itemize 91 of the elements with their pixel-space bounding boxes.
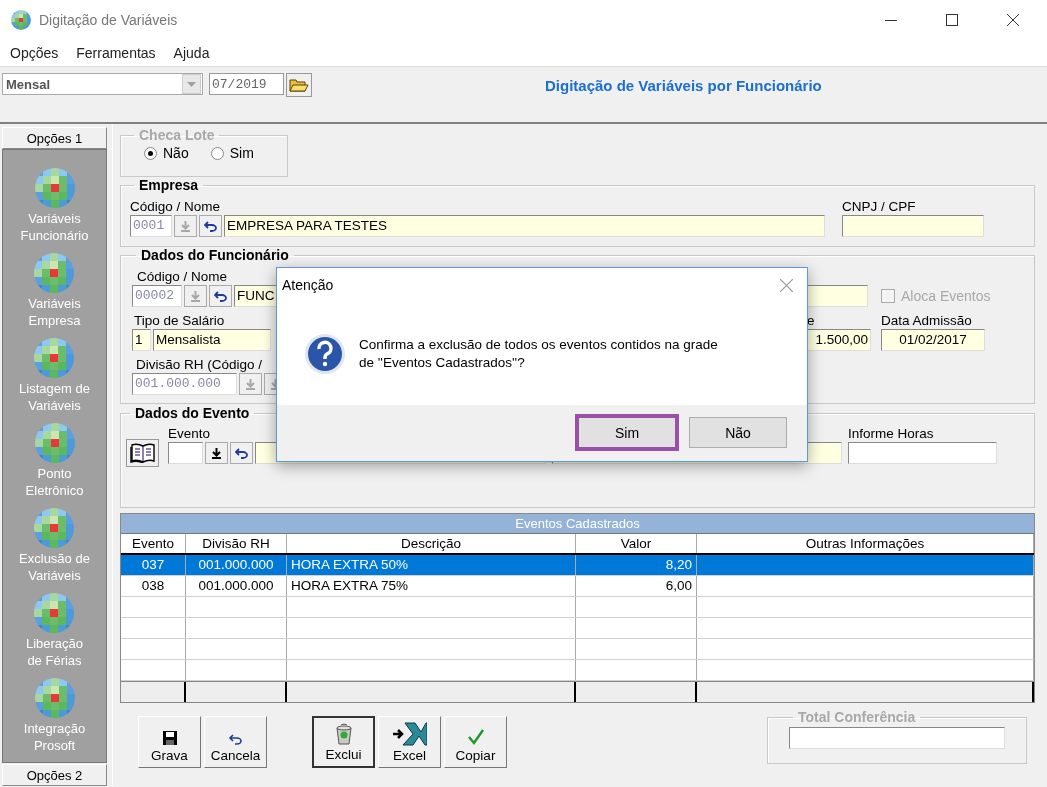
table-cell: 6,00 <box>576 576 697 596</box>
folder-icon <box>289 77 309 93</box>
table-title: Eventos Cadastrados <box>121 514 1034 534</box>
division-field[interactable]: 001.000.000 <box>132 373 237 395</box>
module-icon <box>34 593 75 633</box>
toolbar-button[interactable]: Cancela <box>204 716 267 768</box>
code-field[interactable]: 0001 <box>130 215 172 237</box>
app-icon <box>11 10 31 30</box>
download-icon <box>211 447 222 459</box>
download-icon <box>180 220 191 232</box>
field-label: Informe Horas <box>848 425 934 442</box>
download-button[interactable] <box>205 442 228 464</box>
column-header[interactable]: Divisão RH <box>186 534 287 553</box>
undo-icon <box>227 732 244 746</box>
column-header[interactable]: Evento <box>121 534 186 553</box>
event-code-field[interactable] <box>168 442 203 464</box>
menu-item[interactable]: Opções <box>1 40 68 66</box>
download-icon <box>245 378 256 390</box>
toolbar-button[interactable]: Exclui <box>312 716 375 768</box>
table-cell: 001.000.000 <box>186 576 287 596</box>
table-cell: 037 <box>121 555 186 575</box>
dialog-button[interactable]: Não <box>689 417 787 448</box>
sidebar-header[interactable]: Opções 2 <box>2 764 107 786</box>
field-label: Código / Nome <box>130 198 221 215</box>
salary-type-field[interactable]: Mensalista <box>153 329 271 351</box>
cnpj-field[interactable] <box>842 215 984 237</box>
download-icon <box>190 290 201 302</box>
spreadsheet-export-icon <box>392 722 427 746</box>
group-title: Dados do Funcionário <box>140 247 290 263</box>
question-icon <box>304 332 346 375</box>
toolbar-button[interactable]: Excel <box>378 716 441 768</box>
module-icon <box>34 678 75 718</box>
book-icon <box>129 443 156 463</box>
hours-field[interactable] <box>848 442 997 464</box>
field-label: CNPJ / CPF <box>842 198 916 215</box>
table-cell: HORA EXTRA 50% <box>287 555 576 575</box>
column-header[interactable]: Valor <box>576 534 697 553</box>
undo-icon <box>234 447 249 459</box>
page-heading: Digitação de Variáveis por Funcionário <box>545 77 822 94</box>
table-cell: HORA EXTRA 75% <box>287 576 576 596</box>
group-title: Total Conferência <box>797 709 917 725</box>
salary-field[interactable]: 1.500,00 <box>807 329 871 351</box>
group-title: Empresa <box>138 177 200 193</box>
field-label: Código / Nome <box>137 268 228 285</box>
table-row[interactable]: 037 001.000.000 HORA EXTRA 50% 8,20 <box>121 555 1034 576</box>
window-title: Digitação de Variáveis <box>39 12 178 28</box>
sidebar-header[interactable]: Opções 1 <box>2 127 107 149</box>
field-label: e <box>807 312 815 329</box>
group-title: Dados do Evento <box>134 405 251 421</box>
total-field[interactable] <box>789 727 1005 749</box>
dialog-title: Atenção <box>282 277 334 293</box>
dialog-message: Confirma a exclusão de todos os eventos contidos na grade de ''Eventos Cadastrados''? <box>359 335 718 372</box>
toolbar-button[interactable]: Grava <box>138 716 201 768</box>
group-title: Checa Lote <box>138 127 216 143</box>
table-row[interactable]: 038 001.000.000 HORA EXTRA 75% 6,00 <box>121 576 1034 597</box>
table-cell: 001.000.000 <box>186 555 287 575</box>
dialog-button[interactable]: Sim <box>575 414 679 451</box>
salary-type-code-field[interactable]: 1 <box>132 329 151 351</box>
book-button[interactable] <box>126 439 159 467</box>
period-dropdown[interactable]: Mensal <box>2 73 203 95</box>
undo-button[interactable] <box>209 285 232 307</box>
menu-item[interactable]: Ferramentas <box>67 40 165 66</box>
open-folder-button[interactable] <box>286 73 312 97</box>
date-field[interactable]: 07/2019 <box>209 73 284 95</box>
code-field[interactable]: 00002 <box>132 285 182 307</box>
module-icon <box>34 508 75 548</box>
module-icon <box>34 168 75 208</box>
field-label: Divisão RH (Código / <box>136 356 264 373</box>
field-label: Data Admissão <box>881 312 972 329</box>
trash-can-icon <box>333 723 354 745</box>
admission-date-field[interactable]: 01/02/2017 <box>881 329 985 351</box>
undo-icon <box>203 220 218 232</box>
toolbar-button[interactable]: Copiar <box>444 716 507 768</box>
menu-item[interactable]: Ajuda <box>164 40 219 66</box>
column-header[interactable]: Descrição <box>287 534 576 553</box>
module-icon <box>34 338 75 378</box>
module-icon <box>34 253 75 293</box>
undo-icon <box>213 290 228 302</box>
field-label: Evento <box>168 425 211 442</box>
company-name-field[interactable]: EMPRESA PARA TESTES <box>224 215 825 237</box>
dropdown-arrow-icon <box>187 81 196 87</box>
module-icon <box>34 423 75 463</box>
undo-button[interactable] <box>230 442 253 464</box>
undo-button[interactable] <box>199 215 222 237</box>
table-cell: 8,20 <box>576 555 697 575</box>
close-icon[interactable] <box>1007 14 1019 26</box>
column-header[interactable]: Outras Informações <box>697 534 1034 553</box>
table-cell: 038 <box>121 576 186 596</box>
checkmark-icon <box>466 728 485 746</box>
field-label: Tipo de Salário <box>134 312 225 329</box>
maximize-icon[interactable] <box>946 14 958 26</box>
